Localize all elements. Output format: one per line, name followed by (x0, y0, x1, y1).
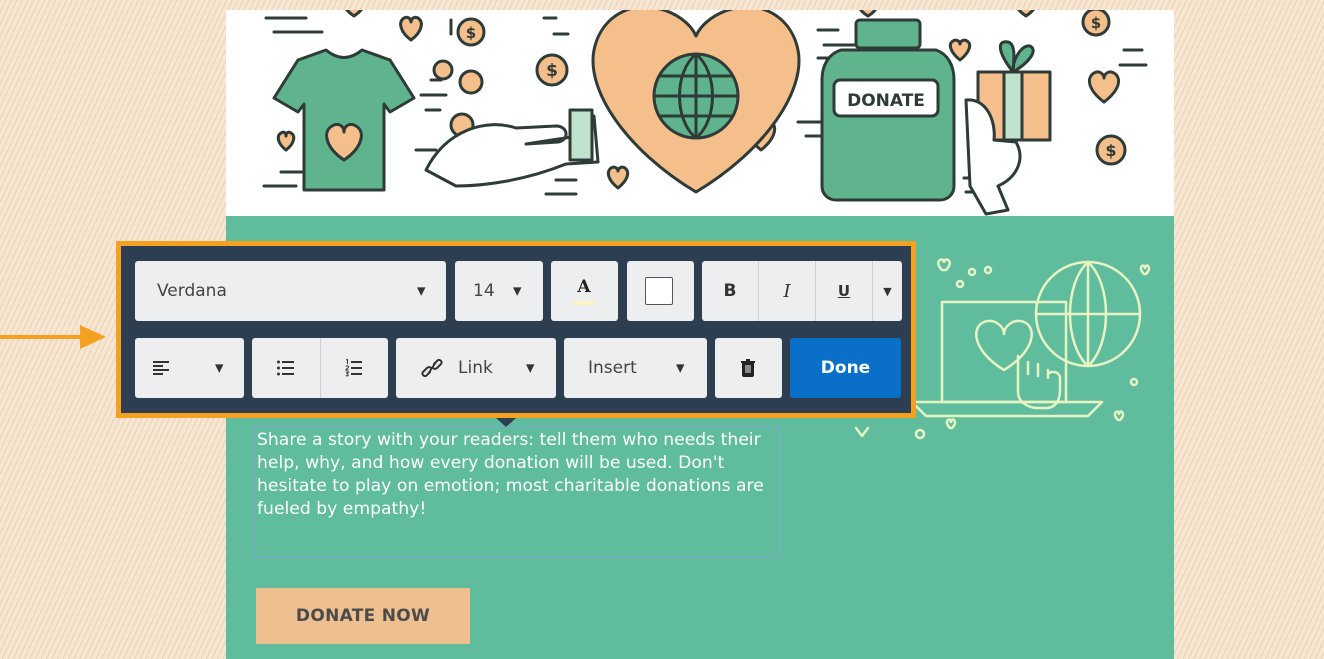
numbered-list-icon (345, 359, 362, 377)
donate-now-button[interactable]: DONATE NOW (256, 588, 470, 644)
bold-button[interactable]: B (702, 261, 758, 321)
charity-illustration: DONATE $ $ $ $ (262, 10, 1148, 216)
body-text-block[interactable]: Share a story with your readers: tell th… (254, 426, 780, 558)
link-label: Link (458, 358, 493, 378)
text-color-button[interactable]: A (551, 261, 618, 321)
coin-symbol: $ (1105, 141, 1116, 160)
chevron-down-icon: ▼ (676, 361, 685, 375)
bullet-list-icon (277, 360, 294, 376)
delete-button[interactable] (715, 338, 782, 398)
font-family-select[interactable]: Verdana ▼ (135, 261, 446, 321)
numbered-list-button[interactable] (321, 338, 388, 398)
bullet-list-button[interactable] (252, 338, 320, 398)
jar-label: DONATE (847, 91, 925, 111)
text-style-group: B I U ▼ (702, 261, 902, 321)
font-size-value: 14 (473, 281, 495, 301)
insert-select[interactable]: Insert ▼ (564, 338, 707, 398)
coin-symbol: $ (546, 61, 558, 81)
align-select[interactable]: ▼ (135, 338, 244, 398)
trash-icon (741, 359, 755, 377)
coin-symbol: $ (1091, 14, 1101, 32)
chevron-down-icon: ▼ (526, 361, 535, 375)
more-styles-button[interactable]: ▼ (873, 261, 902, 321)
underline-button[interactable]: U (816, 261, 872, 321)
arrow-icon (0, 325, 106, 349)
font-family-value: Verdana (157, 281, 227, 301)
text-color-icon: A (577, 277, 591, 297)
text-editor-toolbar: Verdana ▼ 14 ▼ A B I U ▼ ▼ Link ▼ Insert… (116, 241, 916, 418)
background-color-icon (645, 277, 673, 305)
tshirt-icon (272, 48, 416, 192)
background-color-button[interactable] (627, 261, 694, 321)
laptop-icon (940, 300, 1068, 404)
jar-icon (820, 48, 956, 202)
text-color-swatch (573, 301, 595, 305)
link-button[interactable]: Link ▼ (396, 338, 556, 398)
italic-button[interactable]: I (759, 261, 815, 321)
done-button[interactable]: Done (790, 338, 901, 398)
align-left-icon (153, 361, 169, 375)
heart-icon (975, 319, 1033, 372)
chevron-down-icon: ▼ (215, 361, 224, 375)
font-size-select[interactable]: 14 ▼ (455, 261, 543, 321)
insert-label: Insert (588, 358, 637, 378)
pointer-hand-icon (1016, 354, 1062, 410)
chevron-down-icon: ▼ (883, 284, 892, 298)
chevron-down-icon: ▼ (417, 284, 426, 298)
chevron-down-icon: ▼ (513, 284, 522, 298)
coin-symbol: $ (466, 24, 476, 42)
list-group (252, 338, 388, 398)
link-icon (421, 359, 443, 377)
hero-illustration: DONATE $ $ $ $ (226, 10, 1174, 216)
toolbar-pointer (496, 418, 516, 427)
